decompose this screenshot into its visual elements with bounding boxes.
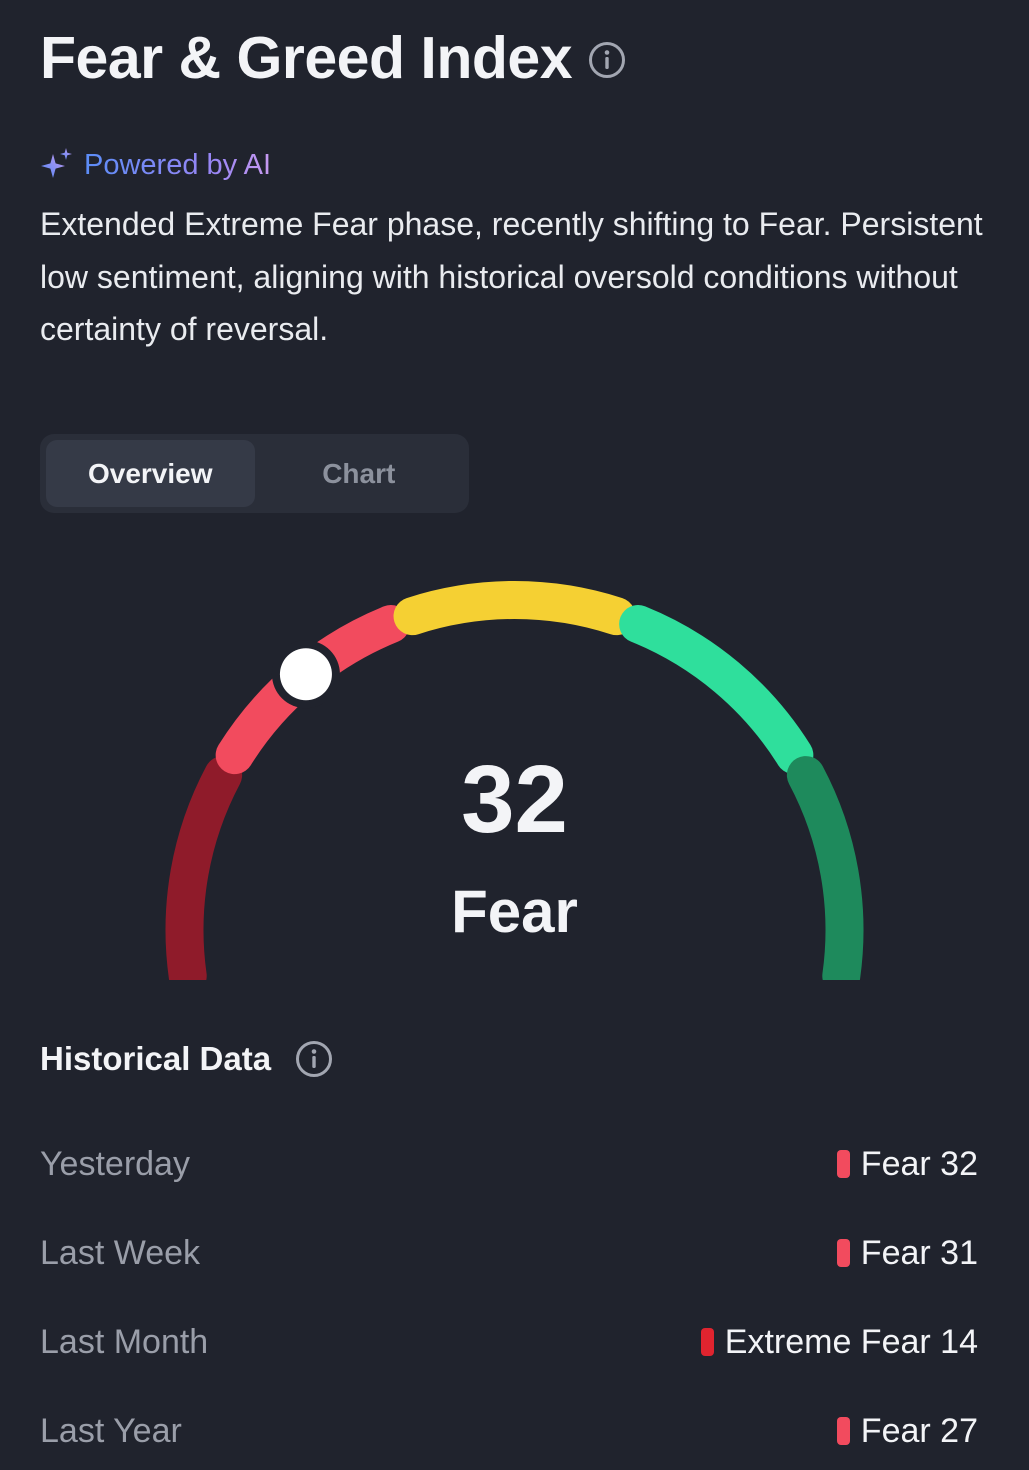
period-value: Extreme Fear 14	[700, 1322, 978, 1362]
sentiment-score: 14	[940, 1322, 978, 1361]
powered-by-ai: Powered by AI	[40, 146, 271, 185]
period-value: Fear 31	[836, 1233, 978, 1273]
sentiment-score: 27	[940, 1411, 978, 1450]
period-label: Yesterday	[40, 1144, 190, 1183]
header: Fear & Greed Index	[40, 22, 626, 94]
sentiment-label: Extreme Fear	[724, 1322, 931, 1361]
info-circle-icon[interactable]	[295, 1040, 333, 1078]
ai-label: Powered by AI	[84, 149, 271, 181]
historical-header: Historical Data	[40, 1040, 333, 1078]
tab-overview[interactable]: Overview	[46, 440, 255, 507]
sparkle-icon	[40, 146, 74, 185]
view-tabs: Overview Chart	[40, 434, 469, 513]
gauge-indicator	[279, 648, 332, 701]
period-value: Fear 32	[836, 1144, 978, 1184]
sentiment-label: Fear	[860, 1144, 931, 1183]
page-title: Fear & Greed Index	[40, 25, 573, 91]
period-value: Fear 27	[836, 1411, 978, 1451]
period-label: Last Week	[40, 1233, 201, 1272]
sentiment-color-bar	[836, 1150, 850, 1178]
sentiment-score: 31	[940, 1233, 978, 1272]
gauge-segment-greed	[619, 605, 814, 775]
sentiment-color-bar	[700, 1328, 714, 1356]
sentiment-label: Fear	[860, 1233, 931, 1272]
sentiment-color-bar	[836, 1417, 850, 1445]
sentiment-color-bar	[836, 1239, 850, 1267]
sentiment-score: 32	[940, 1144, 978, 1183]
period-label: Last Year	[40, 1411, 182, 1450]
ai-summary: Extended Extreme Fear phase, recently sh…	[40, 206, 983, 347]
fear-greed-screen: Fear & Greed Index Powered by AI Extende…	[0, 0, 1029, 1470]
sentiment-label: Fear	[860, 1411, 931, 1450]
info-circle-icon[interactable]	[588, 41, 626, 79]
historical-title: Historical Data	[40, 1040, 272, 1077]
gauge-label: Fear	[451, 878, 578, 945]
historical-row-last-year: Last Year Fear 27	[40, 1406, 978, 1456]
gauge-segment-neutral	[393, 581, 636, 636]
tab-chart[interactable]: Chart	[255, 440, 464, 507]
gauge-value: 32	[461, 746, 568, 853]
historical-row-last-month: Last Month Extreme Fear 14	[40, 1317, 978, 1367]
historical-row-yesterday: Yesterday Fear 32	[40, 1139, 978, 1189]
historical-row-last-week: Last Week Fear 31	[40, 1228, 978, 1278]
period-label: Last Month	[40, 1322, 209, 1361]
